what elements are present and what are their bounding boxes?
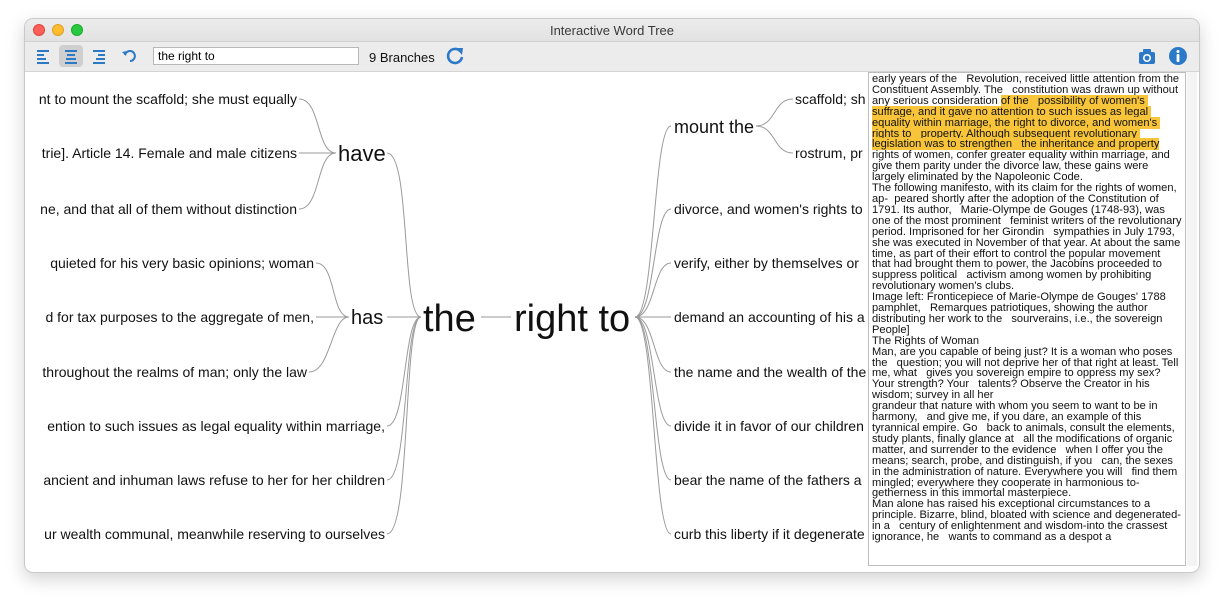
source-text-panel[interactable]: early years of the Revolution, received … bbox=[868, 72, 1186, 566]
left-leaf[interactable]: d for tax purposes to the aggregate of m… bbox=[45, 309, 314, 325]
left-leaf[interactable]: throughout the realms of man; only the l… bbox=[42, 364, 307, 380]
left-node-has[interactable]: has bbox=[351, 307, 383, 329]
right-leaf[interactable]: divide it in favor of our children bbox=[674, 418, 864, 434]
left-node-have[interactable]: have bbox=[338, 141, 386, 166]
align-left-icon bbox=[37, 50, 49, 64]
align-right-button[interactable] bbox=[87, 45, 111, 67]
right-node-mount-the[interactable]: mount the bbox=[674, 117, 754, 137]
title-bar: Interactive Word Tree bbox=[25, 19, 1199, 42]
window-title: Interactive Word Tree bbox=[549, 23, 675, 38]
search-input[interactable] bbox=[153, 47, 359, 65]
root-phrase-right-to[interactable]: right to bbox=[514, 298, 630, 340]
right-leaf[interactable]: bear the name of the fathers a bbox=[674, 472, 862, 488]
undo-button[interactable] bbox=[117, 45, 141, 67]
align-center-button[interactable] bbox=[59, 45, 83, 67]
right-subleaf[interactable]: rostrum, pr bbox=[795, 145, 863, 161]
refresh-button[interactable] bbox=[444, 45, 466, 67]
right-subleaf[interactable]: scaffold; sh bbox=[795, 91, 866, 107]
left-leaf[interactable]: ne, and that all of them without distinc… bbox=[40, 201, 297, 217]
left-leaf[interactable]: quieted for his very basic opinions; wom… bbox=[50, 255, 314, 271]
left-leaf[interactable]: nt to mount the scaffold; she must equal… bbox=[39, 91, 297, 107]
right-leaf[interactable]: curb this liberty if it degenerate bbox=[674, 526, 865, 542]
snapshot-button[interactable] bbox=[1137, 47, 1157, 67]
source-text-after: rights of women, confer greater equality… bbox=[872, 149, 1182, 544]
right-leaf[interactable]: demand an accounting of his a bbox=[674, 309, 865, 325]
toolbar: 9 Branches bbox=[25, 42, 1199, 72]
text-panel-scrollbar[interactable] bbox=[1187, 72, 1197, 566]
app-window: Interactive Word Tree 9 Branches bbox=[24, 18, 1200, 573]
right-leaf[interactable]: divorce, and women's rights to bbox=[674, 201, 863, 217]
align-center-icon bbox=[65, 50, 77, 64]
word-tree[interactable]: nt to mount the scaffold; she must equal… bbox=[31, 72, 867, 571]
word-tree-canvas: nt to mount the scaffold; she must equal… bbox=[39, 91, 867, 542]
left-leaf[interactable]: ur wealth communal, meanwhile reserving … bbox=[44, 526, 385, 542]
left-leaf[interactable]: ention to such issues as legal equality … bbox=[47, 418, 385, 434]
refresh-icon bbox=[446, 47, 464, 65]
left-leaf[interactable]: ancient and inhuman laws refuse to her f… bbox=[43, 472, 385, 488]
root-word-the[interactable]: the bbox=[423, 298, 476, 340]
right-leaf[interactable]: verify, either by themselves or bbox=[674, 255, 859, 271]
info-button[interactable] bbox=[1168, 46, 1188, 66]
info-icon bbox=[1169, 47, 1187, 65]
undo-icon bbox=[122, 50, 136, 62]
align-right-icon bbox=[93, 50, 105, 64]
align-left-button[interactable] bbox=[31, 45, 55, 67]
left-leaf[interactable]: trie]. Article 14. Female and male citiz… bbox=[42, 145, 297, 161]
right-leaf[interactable]: the name and the wealth of the bbox=[674, 364, 866, 380]
camera-icon bbox=[1139, 49, 1155, 64]
branch-count: 9 Branches bbox=[369, 50, 435, 65]
